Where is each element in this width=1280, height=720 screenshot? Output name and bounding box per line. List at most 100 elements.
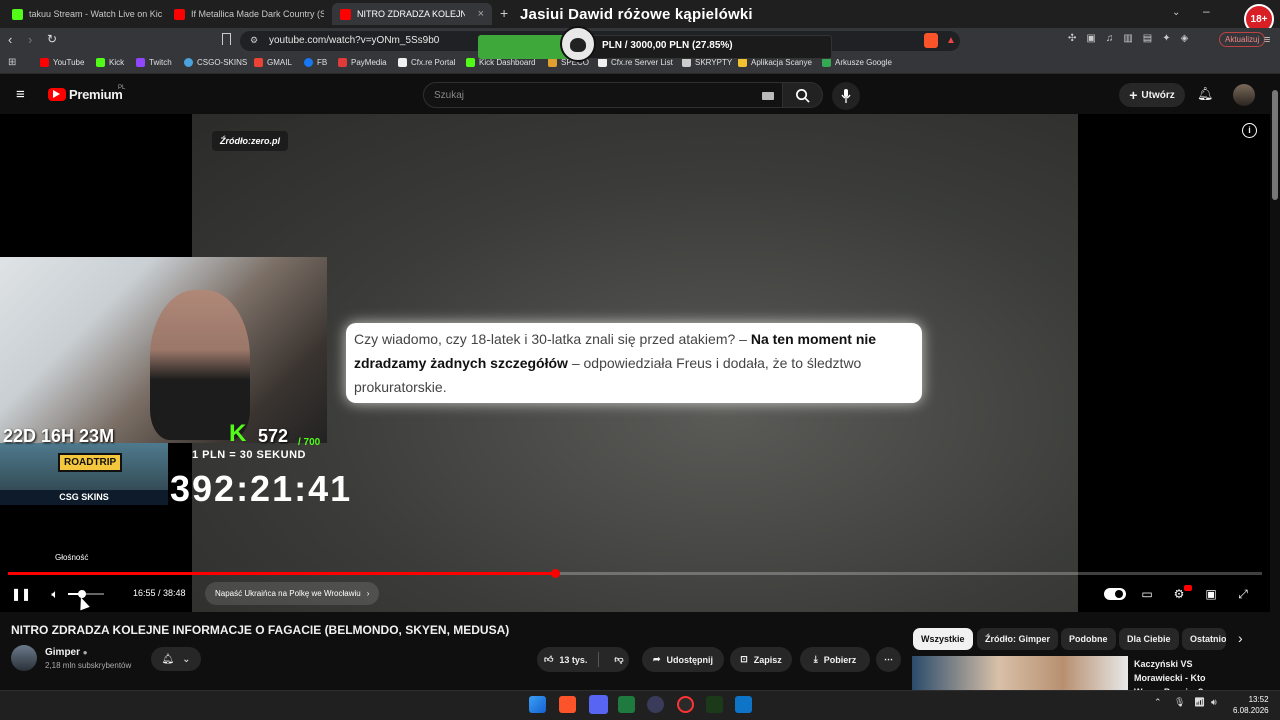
youtube-icon xyxy=(174,8,185,20)
forward-icon[interactable]: › xyxy=(28,32,32,47)
subtitles-icon[interactable]: ▭ xyxy=(1138,585,1156,603)
scrollbar-thumb[interactable] xyxy=(1272,90,1278,200)
sheets-icon xyxy=(822,58,831,67)
brave-shield-icon[interactable] xyxy=(924,33,938,48)
chip-similar[interactable]: Podobne xyxy=(1061,628,1116,650)
chapter-button[interactable]: Napaść Ukraińca na Polkę we Wrocławiu › xyxy=(205,582,380,605)
bell-icon: 🔔︎ xyxy=(161,653,175,665)
kick-app-icon[interactable] xyxy=(706,696,723,713)
chevron-down-icon[interactable]: ⌄ xyxy=(1172,7,1180,18)
tab-metallica[interactable]: If Metallica Made Dark Country (Seek xyxy=(166,3,324,25)
chip-recent[interactable]: Ostatnio xyxy=(1182,628,1226,650)
share-button[interactable]: ➦ Udostępnij xyxy=(642,647,724,672)
tab-kick[interactable]: takuu Stream - Watch Live on Kick xyxy=(4,3,162,25)
pause-icon[interactable]: ❚❚ xyxy=(11,585,31,603)
plus-icon: + xyxy=(1129,87,1138,103)
notifications-bell-icon[interactable]: 🔔︎ xyxy=(1197,86,1214,102)
chip-source[interactable]: Źródło: Gimper xyxy=(977,628,1058,650)
bookmark-paymedia[interactable]: PayMedia xyxy=(338,58,387,67)
tray-chevron-icon[interactable]: ⌃ xyxy=(1154,697,1162,708)
miniplayer-icon[interactable]: ▣ xyxy=(1202,585,1220,603)
download-button[interactable]: ⤓ Pobierz xyxy=(800,647,870,672)
speaker-icon[interactable]: 🔊︎ xyxy=(1211,697,1217,708)
wifi-icon[interactable]: 📶︎ xyxy=(1194,697,1205,708)
bookmark-skrypty[interactable]: SKRYPTY xyxy=(682,58,732,67)
chip-for-you[interactable]: Dla Ciebie xyxy=(1119,628,1179,650)
volume-icon[interactable]: 🔈︎ xyxy=(46,585,64,603)
progress-scrubber[interactable] xyxy=(550,569,560,578)
volume-tooltip: Głośność xyxy=(55,553,89,562)
tab-nitro[interactable]: NITRO ZDRADZA KOLEJNE INFORMACJE × xyxy=(332,3,492,25)
chevron-down-icon: ⌄ xyxy=(182,653,191,665)
tab-label: takuu Stream - Watch Live on Kick xyxy=(29,9,162,19)
bookmark-arkusze-google[interactable]: Arkusze Google xyxy=(822,58,892,67)
save-icon: ⊡ xyxy=(740,654,748,664)
url-text[interactable]: youtube.com/watch?v=yONm_5Ss9b0 xyxy=(269,35,439,46)
windows-start-icon[interactable] xyxy=(529,696,546,713)
chevron-right-icon[interactable]: › xyxy=(1238,630,1243,646)
info-icon[interactable]: i xyxy=(1242,123,1257,138)
update-button[interactable]: Aktualizuj xyxy=(1219,32,1266,47)
dislike-button[interactable]: 👎︎ xyxy=(604,647,634,672)
channel-avatar[interactable] xyxy=(11,645,37,671)
excel-icon[interactable] xyxy=(618,696,635,713)
bookmark-csgo-skins[interactable]: CSGO-SKINS xyxy=(184,58,247,67)
twitch-icon xyxy=(136,58,145,67)
search-input[interactable]: Szukaj xyxy=(423,82,783,108)
search-button[interactable] xyxy=(783,82,823,108)
keyboard-icon[interactable] xyxy=(762,92,774,100)
bookmark-cfx-server-list[interactable]: Cfx.re Server List xyxy=(598,58,673,67)
bookmark-gmail[interactable]: GMAIL xyxy=(254,58,292,67)
recommended-thumbnail[interactable] xyxy=(912,656,1128,690)
vscode-icon[interactable] xyxy=(735,696,752,713)
account-avatar[interactable] xyxy=(1233,84,1255,106)
bookmark-kick[interactable]: Kick xyxy=(96,58,124,67)
screenshot-icon[interactable]: ▣ xyxy=(1086,33,1095,47)
rewards-icon[interactable]: ▲ xyxy=(946,35,956,46)
puzzle-icon[interactable]: ✣ xyxy=(1068,33,1076,47)
apps-grid-icon[interactable]: ⊞ xyxy=(8,57,16,68)
progress-played xyxy=(8,572,555,575)
more-actions-button[interactable]: ⋯ xyxy=(876,647,901,672)
thumbs-down-icon: 👎︎ xyxy=(614,654,624,664)
bookmark-youtube[interactable]: YouTube xyxy=(40,58,84,67)
channel-name[interactable]: Gimper ● xyxy=(45,647,88,658)
wallet-icon[interactable]: ▤ xyxy=(1143,33,1152,47)
thumbs-up-icon: 👍︎ xyxy=(544,654,554,664)
minimize-icon[interactable]: – xyxy=(1203,4,1210,18)
back-icon[interactable]: ‹ xyxy=(8,32,12,47)
chip-all[interactable]: Wszystkie xyxy=(913,628,973,650)
youtube-premium-logo[interactable]: Premium xyxy=(69,87,123,102)
site-info-icon[interactable]: ⚙ xyxy=(250,35,258,46)
bookmark-fb[interactable]: FB xyxy=(304,58,327,67)
leo-icon[interactable]: ✦ xyxy=(1162,33,1170,47)
create-button[interactable]: + Utwórz xyxy=(1119,83,1185,107)
discord-icon[interactable] xyxy=(589,695,608,714)
csgo-skins-icon xyxy=(184,58,193,67)
brave-icon[interactable] xyxy=(559,696,576,713)
bookmark-kick-dashboard[interactable]: Kick Dashboard xyxy=(466,58,535,67)
sidebar-icon[interactable]: ▥ xyxy=(1123,33,1132,47)
reload-icon[interactable]: ↻ xyxy=(47,32,57,46)
voice-search-button[interactable] xyxy=(832,82,860,110)
bookmark-icon[interactable] xyxy=(222,33,231,45)
kick-icon xyxy=(466,58,475,67)
hamburger-menu-icon[interactable]: ≡ xyxy=(16,86,25,103)
recording-icon[interactable] xyxy=(677,696,694,713)
fullscreen-icon[interactable]: ⤢ xyxy=(1234,585,1252,603)
bookmark-twitch[interactable]: Twitch xyxy=(136,58,172,67)
system-clock[interactable]: 13:52 6.08.2026 xyxy=(1233,694,1269,716)
vpn-icon[interactable]: ◈ xyxy=(1181,33,1189,47)
bookmark-cfx-portal[interactable]: Cfx.re Portal xyxy=(398,58,455,67)
menu-icon[interactable]: ≡ xyxy=(1264,34,1270,46)
autoplay-toggle[interactable] xyxy=(1104,588,1126,600)
microphone-tray-icon[interactable]: 🎙︎ xyxy=(1174,697,1185,708)
bookmark-scanye[interactable]: Aplikacja Scanye xyxy=(738,58,812,67)
tab-label: NITRO ZDRADZA KOLEJNE INFORMACJE xyxy=(357,9,465,19)
subscription-bell-button[interactable]: 🔔︎ ⌄ xyxy=(151,647,201,671)
close-tab-icon[interactable]: × xyxy=(478,8,484,20)
new-tab-button[interactable]: + xyxy=(500,5,508,21)
obs-icon[interactable] xyxy=(647,696,664,713)
save-button[interactable]: ⊡ Zapisz xyxy=(730,647,792,672)
music-icon[interactable]: ♫ xyxy=(1106,33,1114,47)
